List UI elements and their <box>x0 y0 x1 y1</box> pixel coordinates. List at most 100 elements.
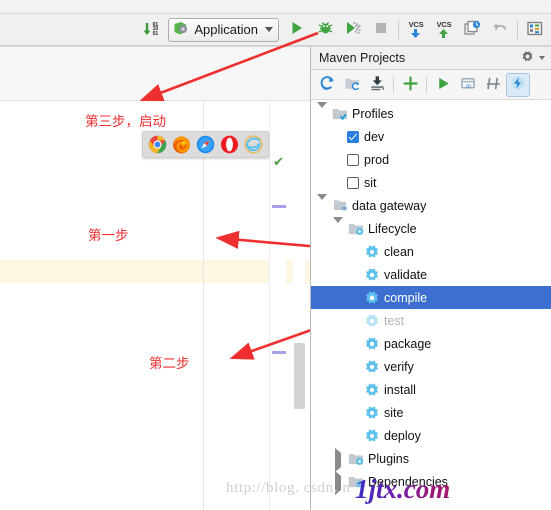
editor-breadcrumb-strip <box>0 47 310 101</box>
chrome-icon[interactable] <box>148 135 167 154</box>
tree-row-dev[interactable]: dev <box>311 125 551 148</box>
tree-row-deploy[interactable]: deploy <box>311 424 551 447</box>
chevron-right-icon[interactable] <box>333 448 344 472</box>
run-with-coverage-icon <box>345 20 362 39</box>
run-button[interactable] <box>283 17 311 43</box>
goal-gear-icon <box>363 243 380 260</box>
tree-row-site[interactable]: site <box>311 401 551 424</box>
reimport-button[interactable] <box>315 73 339 97</box>
tree-row-lifecycle[interactable]: Lifecycle <box>311 217 551 240</box>
project-structure-button[interactable] <box>521 17 549 43</box>
chevron-down-icon[interactable] <box>333 217 344 237</box>
execute-goal-icon: m <box>460 75 477 95</box>
tree-row-clean[interactable]: clean <box>311 240 551 263</box>
tree-row-label: Plugins <box>368 451 409 466</box>
maven-projects-tree[interactable]: Profiles dev prod sit m data gateway Lifecycle… <box>311 102 551 510</box>
editor-fold-divider <box>203 101 204 510</box>
vcs-update-button[interactable]: VCS <box>402 17 430 43</box>
chevron-down-icon[interactable] <box>317 194 328 214</box>
watermark-url: http://blog. csdn. n <box>226 480 351 496</box>
execute-goal-button[interactable]: m <box>456 73 480 97</box>
stop-button[interactable] <box>367 17 395 43</box>
tree-row-label: site <box>384 405 404 420</box>
goal-gear-icon <box>363 358 380 375</box>
tree-row-verify[interactable]: verify <box>311 355 551 378</box>
safari-icon[interactable] <box>196 135 215 154</box>
opera-icon[interactable] <box>220 135 239 154</box>
download-binary-button[interactable]: 01 10 01 <box>136 17 164 43</box>
download-sources-button[interactable] <box>365 73 389 97</box>
maven-toolbar-separator-2 <box>426 76 427 93</box>
tree-row-package[interactable]: package <box>311 332 551 355</box>
chevron-down-icon <box>539 56 545 60</box>
firefox-icon[interactable] <box>172 135 191 154</box>
editor-scrollbar-track[interactable] <box>293 101 305 510</box>
chevron-down-icon[interactable] <box>317 102 328 122</box>
debug-button[interactable] <box>311 17 339 43</box>
toggle-offline-button[interactable] <box>506 72 530 97</box>
tree-row-profiles[interactable]: Profiles <box>311 102 551 125</box>
add-maven-project-button[interactable] <box>398 73 422 97</box>
run-maven-build-button[interactable] <box>431 73 455 97</box>
watermark-brand: 1jtx.com <box>355 474 451 504</box>
vcs-update-icon: VCS <box>409 21 424 38</box>
ide-window: 01 10 01 Application VCS VCS ✔ 第三步，启动 第一… <box>0 0 551 510</box>
application-config-icon <box>173 21 190 39</box>
maven-module-icon: m <box>331 197 348 214</box>
browser-chooser-popup[interactable] <box>142 131 269 158</box>
tree-row-label: test <box>384 313 405 328</box>
annotation-step-two: 第二步 <box>149 356 190 372</box>
run-toolbar: 01 10 01 Application VCS VCS <box>0 14 551 45</box>
vcs-history-button[interactable] <box>458 17 486 43</box>
vcs-history-icon <box>463 20 481 39</box>
tree-row-install[interactable]: install <box>311 378 551 401</box>
tree-row-validate[interactable]: validate <box>311 263 551 286</box>
window-titlebar-strip <box>0 0 551 14</box>
run-icon <box>289 20 305 39</box>
tree-row-compile[interactable]: compile <box>311 286 551 309</box>
stop-icon <box>374 21 388 38</box>
tree-row-test[interactable]: test <box>311 309 551 332</box>
tree-row-prod[interactable]: prod <box>311 148 551 171</box>
tree-row-label: clean <box>384 244 414 259</box>
maven-toolbar-separator <box>393 76 394 93</box>
project-structure-icon <box>527 21 543 39</box>
toggle-skip-tests-icon <box>485 75 502 95</box>
goal-gear-icon <box>363 312 380 329</box>
run-with-coverage-button[interactable] <box>339 17 367 43</box>
maven-projects-header: Maven Projects <box>311 46 551 70</box>
download-sources-icon <box>369 75 386 95</box>
internet-explorer-icon[interactable] <box>244 135 263 154</box>
maven-settings-button[interactable] <box>521 50 545 66</box>
undo-button[interactable] <box>486 17 514 43</box>
tree-row-data-gateway[interactable]: m data gateway <box>311 194 551 217</box>
tree-row-plugins[interactable]: Plugins <box>311 447 551 472</box>
tree-row-sit[interactable]: sit <box>311 171 551 194</box>
tree-row-label: Profiles <box>352 106 394 121</box>
lifecycle-folder-icon <box>347 220 364 237</box>
toolbar-separator-2 <box>517 20 518 39</box>
vcs-commit-button[interactable]: VCS <box>430 17 458 43</box>
run-configuration-selector[interactable]: Application <box>168 17 279 42</box>
generate-sources-button[interactable] <box>340 73 364 97</box>
maven-projects-panel: Maven Projects m Profiles dev prod sit m… <box>310 46 551 510</box>
profile-checkbox-prod[interactable] <box>347 153 359 166</box>
chevron-down-icon <box>265 27 273 32</box>
profile-checkbox-sit[interactable] <box>347 176 359 189</box>
binary-digits: 01 10 01 <box>152 21 159 37</box>
editor-scrollbar-thumb[interactable] <box>294 343 305 409</box>
run-maven-build-icon <box>435 75 452 95</box>
tree-row-label: dev <box>364 129 385 144</box>
toggle-skip-tests-button[interactable] <box>481 73 505 97</box>
goal-gear-icon <box>363 427 380 444</box>
profile-checkbox-dev[interactable] <box>347 130 359 143</box>
maven-projects-title: Maven Projects <box>319 51 406 65</box>
